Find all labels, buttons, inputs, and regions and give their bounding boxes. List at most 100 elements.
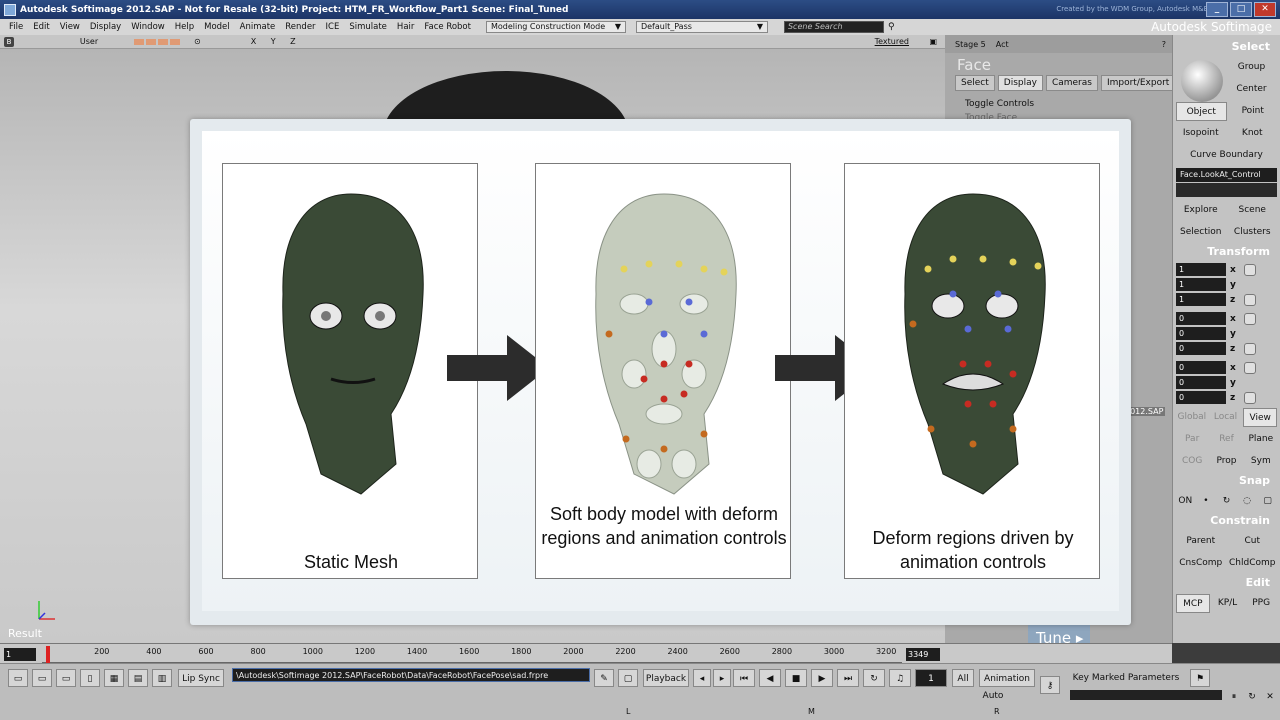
menu-edit[interactable]: Edit [28,22,54,32]
tab-cameras[interactable]: Cameras [1045,75,1098,91]
translate-y-field[interactable]: 0 [1176,376,1226,389]
stop-icon[interactable]: ■ [785,669,807,687]
scale-lock-icon[interactable] [1244,293,1256,306]
audio-icon[interactable]: ♫ [889,669,911,687]
menu-help[interactable]: Help [170,22,199,32]
explore-button[interactable]: Explore [1176,201,1226,220]
scale-key-icon[interactable] [1244,263,1256,276]
scene-button[interactable]: Scene [1228,201,1278,220]
minimize-button[interactable]: _ [1206,2,1228,17]
maximize-viewport-icon[interactable]: ▣ [929,37,937,46]
viewport-b-button[interactable]: B [4,36,14,47]
cut-button[interactable]: Cut [1228,532,1278,551]
menu-file[interactable]: File [4,22,28,32]
rotate-x-field[interactable]: 0 [1176,312,1226,325]
prop-button[interactable]: Prop [1210,452,1242,471]
selection-filter-field[interactable] [1176,183,1277,197]
first-frame-icon[interactable]: ⏮ [733,669,755,687]
face-pose-path-field[interactable]: \Autodesk\Softimage 2012.SAP\FaceRobot\D… [232,668,590,682]
cnscomp-button[interactable]: CnsComp [1176,554,1226,573]
layout-icon[interactable]: ▭ [8,669,28,687]
search-icon[interactable]: ⚲ [888,22,895,32]
toggle-controls-item[interactable]: Toggle Controls [965,99,1172,109]
menu-animate[interactable]: Animate [235,22,281,32]
parent-button[interactable]: Parent [1176,532,1226,551]
scale-z-field[interactable]: 1 [1176,293,1226,306]
axis-toggles[interactable]: X Y Z [251,37,302,46]
scene-search-input[interactable]: Scene Search [783,21,884,33]
tool-icon[interactable]: ▢ [618,669,638,687]
menu-model[interactable]: Model [199,22,235,32]
camera-menu[interactable]: User [54,37,124,46]
center-button[interactable]: Center [1226,80,1277,99]
scale-y-field[interactable]: 1 [1176,278,1226,291]
object-button[interactable]: Object [1176,102,1227,121]
select-section-header[interactable]: Select [1173,40,1280,56]
snap-section-header[interactable]: Snap [1173,474,1280,490]
layout-icon[interactable]: ▭ [32,669,52,687]
animation-menu[interactable]: Animation [979,669,1035,687]
x-label[interactable]: x [1230,265,1240,275]
menu-display[interactable]: Display [85,22,126,32]
selection-button[interactable]: Selection [1176,223,1226,242]
rotate-lock-icon[interactable] [1244,342,1256,355]
layout-icon[interactable]: ▭ [56,669,76,687]
all-button[interactable]: All [952,669,974,687]
x-label[interactable]: x [1230,314,1240,324]
menu-ice[interactable]: ICE [321,22,345,32]
prev-frame-icon[interactable]: ◀ [759,669,781,687]
last-frame-icon[interactable]: ⏭ [837,669,859,687]
tab-import-export[interactable]: Import/Export [1100,75,1176,91]
lip-sync-button[interactable]: Lip Sync [178,669,224,687]
sym-button[interactable]: Sym [1245,452,1277,471]
ref-button[interactable]: Ref [1210,430,1242,449]
translate-lock-icon[interactable] [1244,391,1256,404]
y-label[interactable]: y [1230,280,1240,290]
snap-grid-icon[interactable]: ◌ [1238,492,1257,511]
key-icon[interactable]: ⚷ [1040,676,1060,694]
stage-value[interactable]: Act [996,40,1009,49]
play-icon[interactable]: ▶ [811,669,833,687]
rotate-z-field[interactable]: 0 [1176,342,1226,355]
close-icon[interactable]: ✕ [1262,688,1278,706]
snap-curve-icon[interactable]: ↻ [1217,492,1236,511]
translate-key-icon[interactable] [1244,361,1256,374]
cog-button[interactable]: COG [1176,452,1208,471]
par-button[interactable]: Par [1176,430,1208,449]
z-label[interactable]: z [1230,295,1240,305]
grid-layout-icon[interactable]: ▦ [104,669,124,687]
group-button[interactable]: Group [1226,58,1277,77]
loop-icon[interactable]: ↻ [863,669,885,687]
help-icon[interactable]: ? [1162,40,1166,49]
scale-x-field[interactable]: 1 [1176,263,1226,276]
plane-button[interactable]: Plane [1245,430,1277,449]
refresh-icon[interactable]: ↻ [1244,688,1260,706]
start-frame-field[interactable]: 1 [4,648,36,661]
tab-select[interactable]: Select [955,75,995,91]
layout-icon[interactable]: ▥ [152,669,172,687]
rotate-y-field[interactable]: 0 [1176,327,1226,340]
pause-icon[interactable]: ⏸ [1226,688,1242,706]
view-button[interactable]: View [1243,408,1278,427]
mcp-tab[interactable]: MCP [1176,594,1210,613]
construction-mode-select[interactable]: Modeling Construction Mode ▼ [485,21,626,33]
rotate-key-icon[interactable] [1244,312,1256,325]
pass-select[interactable]: Default_Pass ▼ [635,21,768,33]
select-arrow-icon[interactable] [1181,60,1223,102]
playback-button[interactable]: Playback [643,669,689,687]
x-label[interactable]: x [1230,363,1240,373]
auto-key-button[interactable]: Auto [979,687,1007,705]
layout-icon[interactable]: ▯ [80,669,100,687]
y-label[interactable]: y [1230,329,1240,339]
translate-x-field[interactable]: 0 [1176,361,1226,374]
playhead[interactable] [46,646,50,663]
prev-key-icon[interactable]: ◂ [693,669,711,687]
menu-window[interactable]: Window [126,22,170,32]
snap-on-button[interactable]: ON [1176,492,1195,511]
ppg-tab[interactable]: PPG [1245,594,1277,613]
camera-icon[interactable]: ⊙ [194,37,201,46]
isopoint-button[interactable]: Isopoint [1176,124,1226,143]
snap-options-icon[interactable]: ▢ [1258,492,1277,511]
current-frame-field[interactable]: 1 [915,669,947,687]
transform-section-header[interactable]: Transform [1173,245,1280,261]
